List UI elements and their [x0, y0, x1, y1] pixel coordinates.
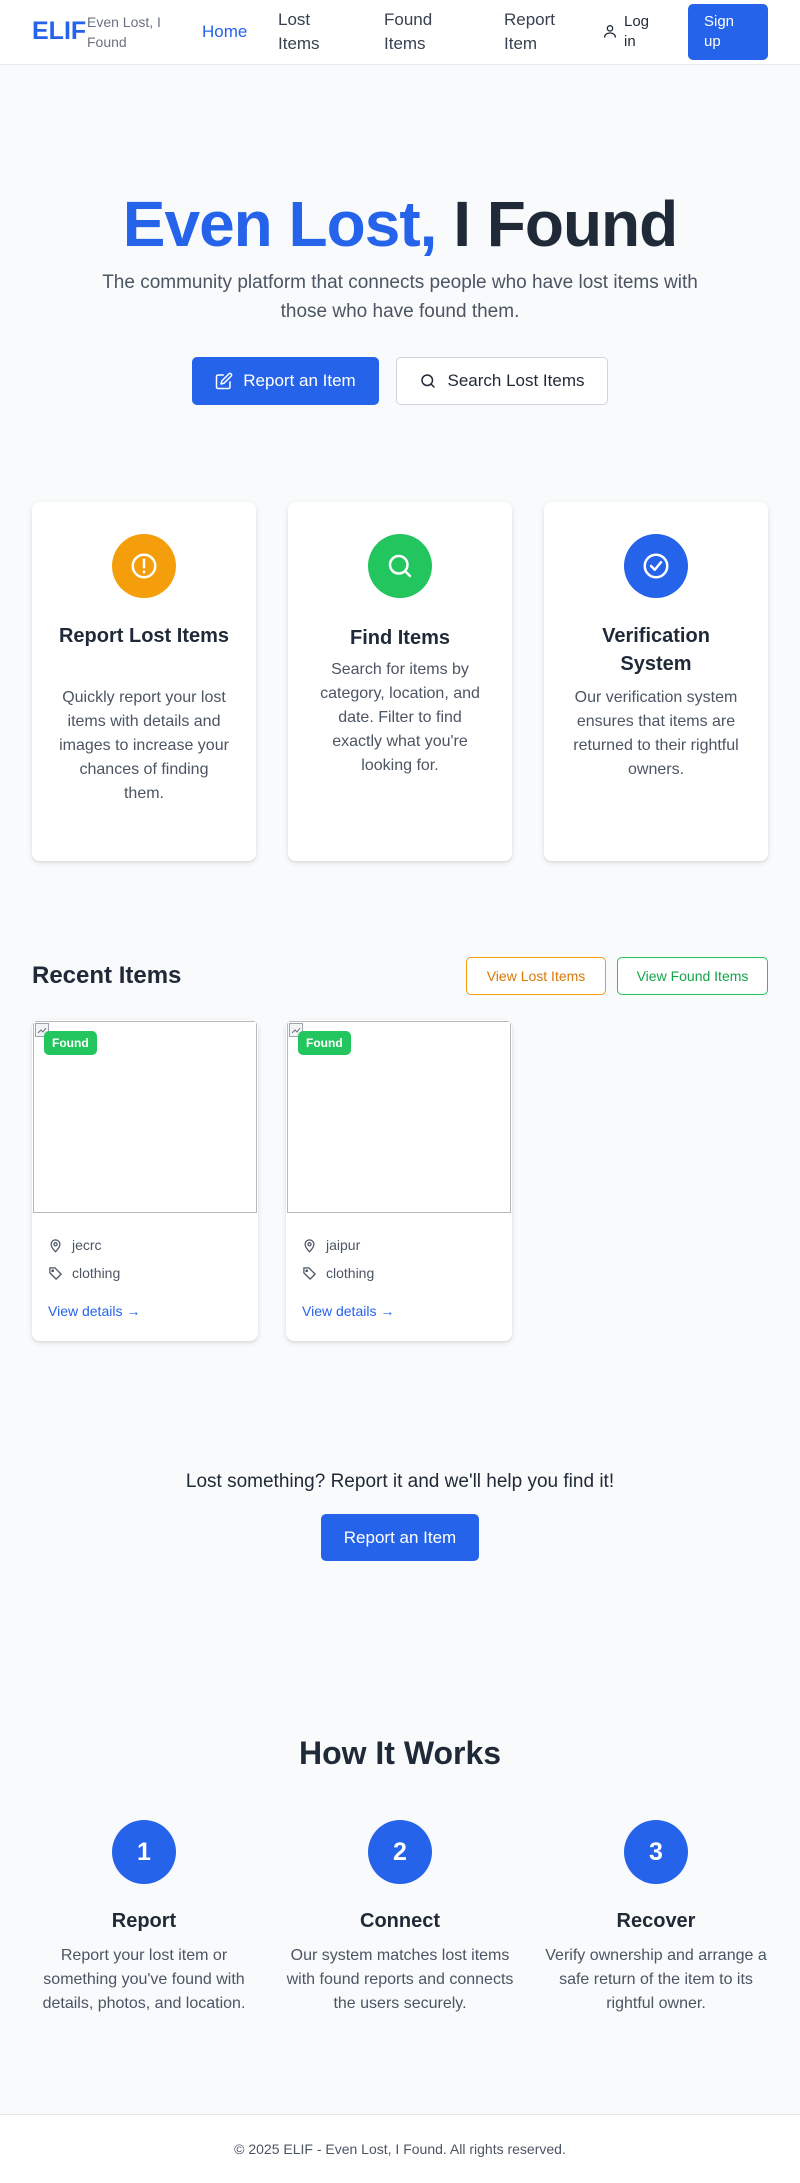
step-number: 1: [112, 1820, 176, 1884]
nav-link-home[interactable]: Home: [202, 20, 247, 44]
tag-icon: [303, 1266, 316, 1280]
step-connect: 2 Connect Our system matches lost items …: [287, 1820, 513, 2020]
hero-title-accent: Even Lost,: [122, 188, 438, 260]
step-title: Recover: [616, 1910, 696, 1932]
login-label: Log in: [624, 13, 650, 50]
feature-title: Find Items: [349, 627, 450, 649]
footer: © 2025 ELIF - Even Lost, I Found. All ri…: [0, 2114, 800, 2183]
status-badge: Found: [44, 1031, 97, 1055]
step-number: 3: [624, 1820, 688, 1884]
view-lost-items-button[interactable]: View Lost Items: [466, 957, 606, 995]
step-recover: 3 Recover Verify ownership and arrange a…: [544, 1820, 768, 2020]
view-found-items-button[interactable]: View Found Items: [617, 957, 768, 995]
hero-title-main: I Found: [453, 188, 678, 260]
how-it-works-title: How It Works: [298, 1735, 502, 1771]
item-location: jaipur: [302, 1237, 360, 1253]
cta-text: Lost something? Report it and we'll help…: [185, 1471, 615, 1492]
feature-description: Quickly report your lost items with deta…: [59, 689, 229, 802]
item-location: jecrc: [48, 1237, 102, 1253]
feature-title: Verification System: [602, 625, 710, 675]
map-pin-icon: [50, 1238, 61, 1253]
view-details-link[interactable]: View details →: [48, 1303, 140, 1319]
feature-card-report: Report Lost Items Quickly report your lo…: [32, 502, 256, 861]
item-category-text: clothing: [72, 1265, 121, 1281]
login-link[interactable]: Log in: [602, 12, 652, 52]
search-icon: [388, 554, 412, 578]
item-card[interactable]: Found jecrc clothing View details →: [32, 1020, 258, 1341]
step-description: Verify ownership and arrange a safe retu…: [545, 1947, 767, 2012]
feature-description: Search for items by category, location, …: [320, 661, 480, 774]
feature-description: Our verification system ensures that ite…: [573, 689, 739, 778]
step-title: Connect: [360, 1910, 440, 1932]
feature-icon-circle: [368, 534, 432, 598]
hero-subtitle: The community platform that connects peo…: [102, 272, 698, 322]
nav-link-found-items[interactable]: Found Items: [384, 8, 454, 56]
nav-link-lost-items[interactable]: Lost Items: [278, 8, 348, 56]
item-location-text: jaipur: [326, 1237, 361, 1253]
step-title: Report: [111, 1910, 177, 1932]
item-category: clothing: [302, 1265, 374, 1281]
step-number: 2: [368, 1820, 432, 1884]
step-report: 1 Report Report your lost item or someth…: [32, 1820, 256, 2020]
feature-card-verification: Verification System Our verification sys…: [544, 502, 768, 861]
hero-title: Even Lost, I Found: [0, 186, 800, 262]
item-card[interactable]: Found jaipur clothing View details →: [286, 1020, 512, 1341]
search-lost-items-button[interactable]: Search Lost Items: [396, 357, 608, 405]
status-badge: Found: [298, 1031, 351, 1055]
user-icon: [604, 25, 616, 38]
step-description: Report your lost item or something you'v…: [42, 1947, 246, 2012]
check-circle-icon: [643, 553, 669, 579]
report-item-button[interactable]: Report an Item: [192, 357, 379, 405]
recent-items-title: Recent Items: [32, 962, 182, 989]
footer-copyright: © 2025 ELIF - Even Lost, I Found. All ri…: [234, 2141, 566, 2157]
signup-button[interactable]: Sign up: [688, 4, 768, 60]
report-item-label: Report an Item: [243, 371, 356, 390]
tag-icon: [49, 1266, 62, 1280]
top-navbar: ELIF Even Lost, I Found Home Lost Items …: [0, 0, 800, 65]
search-lost-items-label: Search Lost Items: [447, 371, 585, 390]
item-category-text: clothing: [326, 1265, 375, 1281]
step-description: Our system matches lost items with found…: [286, 1947, 514, 2012]
logo-tagline: Even Lost, I Found: [87, 14, 161, 50]
item-category: clothing: [48, 1265, 120, 1281]
alert-circle-icon: [131, 553, 157, 579]
map-pin-icon: [304, 1238, 315, 1253]
feature-icon-circle: [112, 534, 176, 598]
item-location-text: jecrc: [72, 1237, 102, 1253]
edit-icon: [216, 372, 233, 390]
view-details-link[interactable]: View details →: [302, 1303, 394, 1319]
feature-card-find: Find Items Search for items by category,…: [288, 502, 512, 861]
feature-icon-circle: [624, 534, 688, 598]
search-icon: [421, 374, 436, 388]
logo[interactable]: ELIF: [32, 17, 86, 46]
cta-report-button[interactable]: Report an Item: [321, 1514, 479, 1561]
nav-link-report-item[interactable]: Report Item: [504, 8, 574, 56]
feature-title: Report Lost Items: [58, 625, 230, 647]
